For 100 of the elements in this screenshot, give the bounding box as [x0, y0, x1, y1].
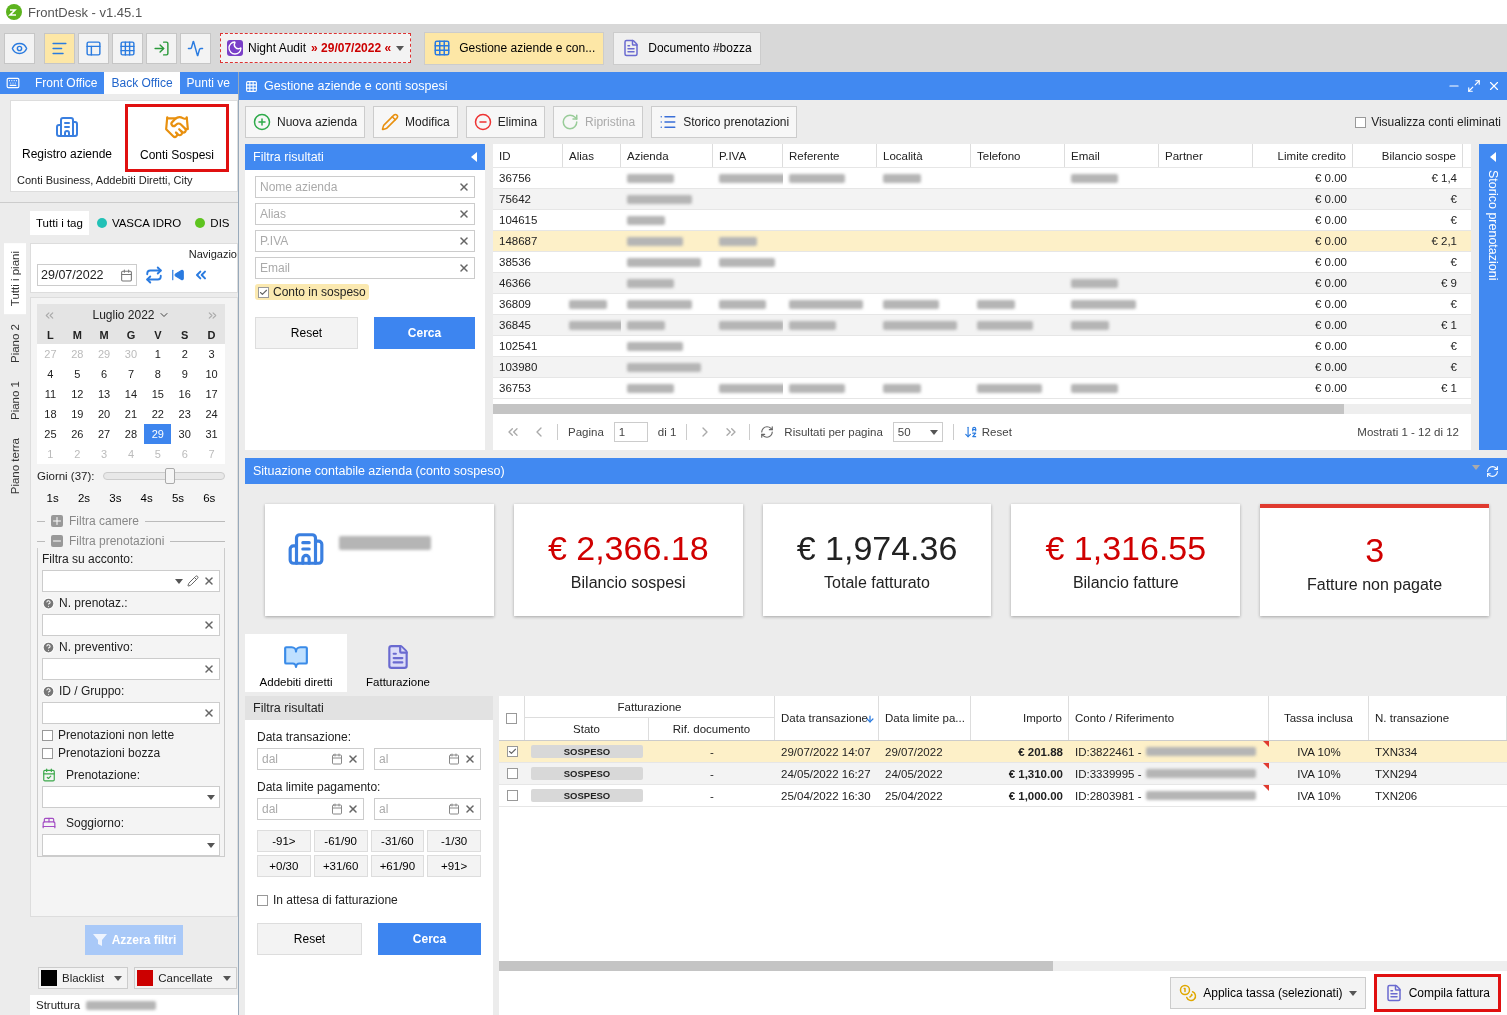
calendar-day[interactable]: 20 — [90, 404, 118, 424]
checkbox[interactable] — [506, 790, 518, 801]
floor-tab[interactable]: Piano 2 — [4, 316, 26, 372]
close-icon[interactable] — [1487, 79, 1501, 93]
floor-tab[interactable]: Tutti i piani — [4, 243, 26, 315]
date-field[interactable]: dal — [257, 798, 364, 820]
clear-icon[interactable] — [458, 208, 470, 220]
legend-item[interactable]: Cancellate — [134, 967, 237, 989]
calendar-icon[interactable] — [448, 753, 460, 765]
table-row[interactable]: 103980 € 0.00 € — [493, 357, 1471, 378]
toolbar-button[interactable] — [78, 32, 109, 64]
toolbar-button[interactable] — [44, 32, 75, 64]
calendar-day[interactable]: 9 — [171, 364, 199, 384]
clear-icon[interactable] — [203, 619, 215, 631]
calendar-day[interactable]: 23 — [171, 404, 199, 424]
checkbox[interactable] — [1355, 116, 1367, 128]
calendar-day[interactable]: 10 — [198, 364, 225, 384]
pencil-icon[interactable] — [187, 575, 199, 587]
text-field[interactable]: Email — [255, 257, 475, 279]
date-field[interactable]: al — [374, 798, 481, 820]
calendar-day[interactable]: 7 — [117, 364, 145, 384]
calendar-day[interactable]: 12 — [63, 384, 91, 404]
action-button[interactable]: Applica tassa (selezionati) — [1170, 977, 1366, 1009]
calendar-icon[interactable] — [448, 803, 460, 815]
toolbar-button[interactable]: Storico prenotazioni — [651, 106, 798, 138]
column-header[interactable]: Località — [877, 144, 971, 167]
table-row[interactable]: 36845 € 0.00 € 1 — [493, 315, 1471, 336]
expand-icon[interactable] — [51, 515, 63, 527]
column-header[interactable]: Telefono — [971, 144, 1065, 167]
swap-icon[interactable] — [145, 266, 163, 284]
checkbox[interactable] — [42, 747, 53, 759]
date-field[interactable]: dal — [257, 748, 364, 770]
toolbar-button[interactable] — [180, 32, 211, 64]
calendar-icon[interactable] — [331, 753, 343, 765]
column-header[interactable]: Alias — [563, 144, 621, 167]
week-button[interactable]: 6s — [203, 492, 216, 504]
column-header[interactable]: Conto / Riferimento — [1069, 696, 1269, 740]
tab[interactable]: Fatturazione — [347, 634, 449, 692]
calendar-day[interactable]: 1 — [144, 344, 172, 364]
clear-icon[interactable] — [347, 753, 359, 765]
reset-link[interactable]: Reset — [963, 425, 1012, 439]
reset-button[interactable]: Reset — [257, 923, 362, 955]
tab[interactable]: Addebiti diretti — [245, 634, 347, 692]
clear-icon[interactable] — [464, 753, 476, 765]
column-header[interactable]: Rif. documento — [649, 718, 775, 740]
calendar-day[interactable]: 4 — [37, 364, 64, 384]
calendar-day[interactable]: 8 — [144, 364, 172, 384]
dropdown-field[interactable] — [42, 570, 220, 592]
calendar-day[interactable]: 31 — [198, 424, 225, 444]
reset-button[interactable]: Reset — [255, 317, 358, 349]
date-field[interactable]: al — [374, 748, 481, 770]
calendar-day[interactable]: 2 — [171, 344, 199, 364]
legend-item[interactable]: Blacklist — [38, 967, 129, 989]
column-header[interactable]: Azienda — [621, 144, 713, 167]
calendar-day[interactable]: 25 — [37, 424, 64, 444]
calendar-day[interactable]: 18 — [37, 404, 64, 424]
calendar-day[interactable]: 28 — [117, 424, 145, 444]
week-button[interactable]: 2s — [77, 492, 91, 504]
calendar-day[interactable]: 16 — [171, 384, 199, 404]
toolbar-button[interactable]: Nuova azienda — [245, 106, 366, 138]
slider-thumb[interactable] — [164, 468, 175, 484]
checkbox[interactable] — [42, 729, 53, 741]
calendar-day[interactable]: 6 — [90, 364, 118, 384]
week-button[interactable]: 3s — [109, 492, 122, 504]
toolbar-button[interactable] — [112, 32, 143, 64]
page-field[interactable]: 1 — [613, 422, 648, 442]
toolbar-button[interactable] — [4, 32, 35, 64]
date-field[interactable]: 29/07/2022 — [37, 264, 137, 286]
calendar-day[interactable]: 21 — [117, 404, 145, 424]
table-row[interactable]: SOSPESO - 24/05/2022 16:27 24/05/2022 € 1,310.00 ID:3339995 - IVA 10% TXN294 — [499, 763, 1507, 785]
calendar-day[interactable]: 5 — [63, 364, 91, 384]
calendar-day[interactable]: 13 — [90, 384, 118, 404]
calendar-day[interactable]: 15 — [144, 384, 172, 404]
text-field[interactable] — [42, 658, 220, 680]
column-header[interactable]: Partner — [1159, 144, 1253, 167]
expand-icon[interactable] — [1490, 152, 1496, 162]
maximize-icon[interactable] — [1467, 79, 1481, 93]
calendar-icon[interactable] — [331, 803, 343, 815]
select-field[interactable] — [42, 786, 220, 808]
select-field[interactable] — [42, 834, 220, 856]
clear-icon[interactable] — [458, 262, 470, 274]
column-header[interactable]: Email — [1065, 144, 1159, 167]
toolbar-button[interactable]: Elimina — [465, 106, 546, 138]
checkbox[interactable] — [506, 746, 518, 757]
clear-icon[interactable] — [203, 575, 215, 587]
collapse-icon[interactable] — [471, 152, 477, 162]
calendar-day[interactable]: 11 — [37, 384, 64, 404]
table-row[interactable]: 75642 € 0.00 € — [493, 189, 1471, 210]
range-button[interactable]: -91> — [257, 830, 311, 852]
ribbon-button[interactable]: Conti Sospesi — [125, 104, 229, 172]
column-header[interactable]: Data transazione — [775, 696, 879, 740]
column-header[interactable]: Stato — [525, 718, 649, 740]
table-row[interactable]: SOSPESO - 25/04/2022 16:30 25/04/2022 € 1,000.00 ID:2803981 - IVA 10% TXN206 — [499, 785, 1507, 807]
clear-icon[interactable] — [347, 803, 359, 815]
search-button[interactable]: Cerca — [378, 923, 481, 955]
range-button[interactable]: +0/30 — [257, 855, 311, 877]
column-header[interactable]: Data limite pa... — [879, 696, 971, 740]
calendar-day[interactable]: 19 — [63, 404, 91, 424]
calendar-day[interactable]: 22 — [144, 404, 172, 424]
clear-icon[interactable] — [458, 181, 470, 193]
